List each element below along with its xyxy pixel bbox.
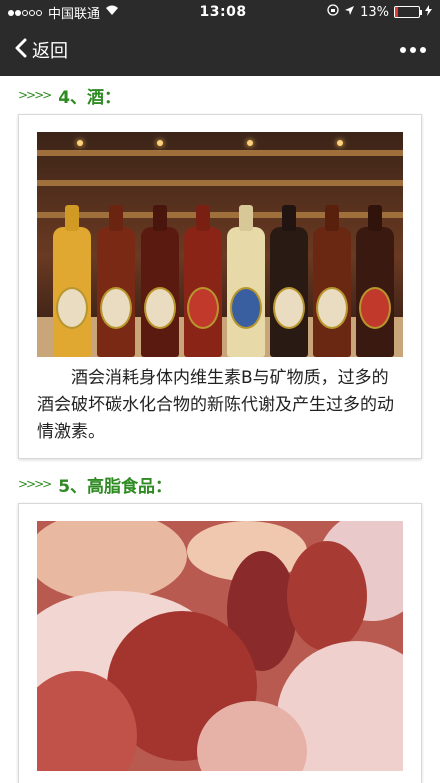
- status-bar-left: 中国联通: [8, 3, 119, 22]
- sausage-slice: [37, 521, 187, 601]
- more-dot: [400, 47, 406, 53]
- back-label: 返回: [32, 41, 68, 62]
- battery-icon: [394, 6, 422, 18]
- section-heading-alcohol: >>>> 4、酒：: [18, 76, 422, 114]
- signal-strength-icon: [8, 5, 43, 20]
- wifi-icon: [105, 5, 119, 20]
- location-arrow-icon: [344, 5, 355, 20]
- beer-bottle: [227, 205, 265, 357]
- carrier-name: 中国联通: [48, 6, 101, 22]
- section-title: 4、酒：: [58, 87, 122, 108]
- salami-slice: [287, 541, 367, 651]
- beer-bottle: [356, 205, 394, 357]
- beer-bottles-photo[interactable]: [37, 132, 403, 357]
- arrows-icon: >>>>: [18, 88, 52, 102]
- section-title: 5、高脂食品：: [58, 476, 173, 497]
- high-fat-card: [18, 503, 422, 783]
- beer-bottle: [53, 205, 91, 357]
- more-button[interactable]: [400, 47, 426, 53]
- beer-bottle: [97, 205, 135, 357]
- beer-bottle: [141, 205, 179, 357]
- chevron-left-icon: [14, 38, 28, 63]
- section-heading-high-fat: >>>> 5、高脂食品：: [18, 465, 422, 503]
- status-time: 13:08: [199, 4, 247, 20]
- more-dot: [420, 47, 426, 53]
- bar-shelf: [37, 180, 403, 186]
- article-content: >>>> 4、酒： 酒会消耗身体内维生素B与矿物质，过多的酒会破坏碳水化合物的新…: [0, 76, 440, 783]
- alcohol-card: 酒会消耗身体内维生素B与矿物质，过多的酒会破坏碳水化合物的新陈代谢及产生过多的动…: [18, 114, 422, 459]
- meat-platter-photo[interactable]: [37, 521, 403, 771]
- battery-fill: [395, 7, 399, 17]
- alcohol-caption: 酒会消耗身体内维生素B与矿物质，过多的酒会破坏碳水化合物的新陈代谢及产生过多的动…: [37, 368, 394, 442]
- beer-bottle: [313, 205, 351, 357]
- bar-shelf: [37, 212, 403, 218]
- arrows-icon: >>>>: [18, 477, 52, 491]
- nav-bar: 返回: [0, 24, 440, 76]
- status-bar: 中国联通 13:08 13%: [0, 0, 440, 24]
- charging-bolt-icon: [425, 4, 432, 20]
- beer-bottle: [184, 205, 222, 357]
- back-button[interactable]: 返回: [14, 37, 68, 63]
- orientation-lock-icon: [327, 4, 339, 20]
- bar-light: [77, 140, 83, 146]
- beer-bottle: [270, 205, 308, 357]
- status-bar-right: 13%: [327, 4, 432, 20]
- bar-light: [337, 140, 343, 146]
- bar-light: [157, 140, 163, 146]
- more-dot: [410, 47, 416, 53]
- bar-shelf: [37, 150, 403, 156]
- bar-light: [247, 140, 253, 146]
- battery-percent: 13%: [360, 4, 389, 20]
